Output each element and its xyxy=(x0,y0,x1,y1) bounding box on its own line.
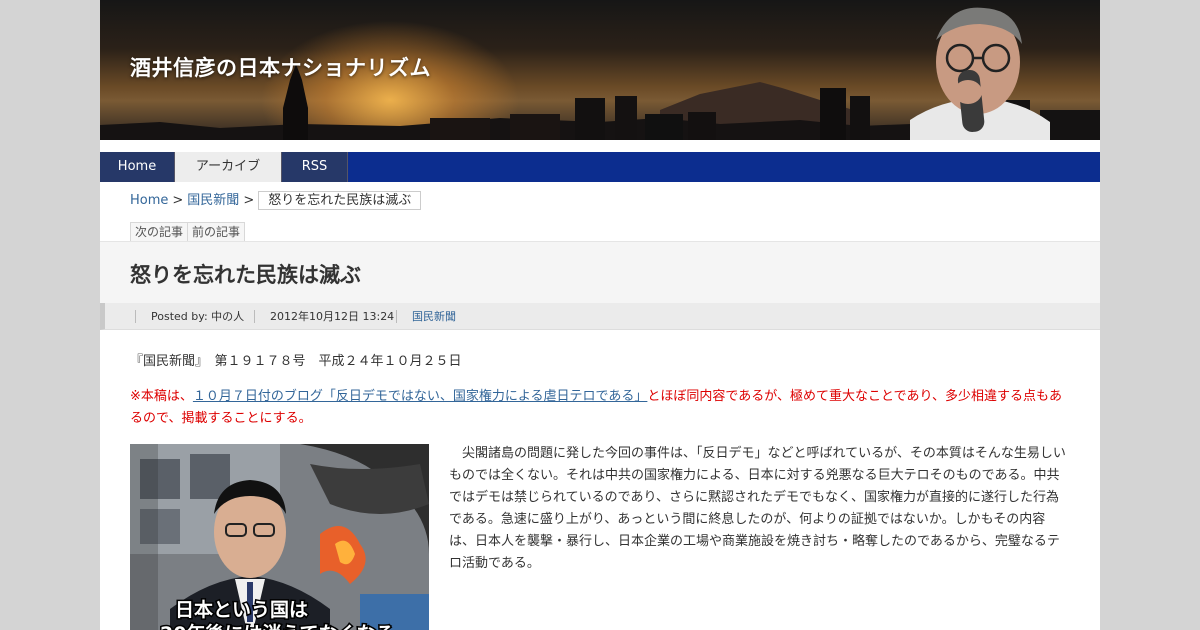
svg-text:20年後には消えてなくなる: 20年後には消えてなくなる xyxy=(160,622,395,630)
author-portrait xyxy=(910,7,1050,140)
prev-post-link[interactable]: 前の記事 xyxy=(188,222,246,241)
post-title-block: 怒りを忘れた民族は滅ぶ xyxy=(100,241,1100,303)
article-photo-illustration: 日本という国は 20年後には消えてなくなる xyxy=(130,444,429,630)
main-nav: Home アーカイブ RSS xyxy=(100,152,1100,182)
post-source: 『国民新聞』 第１９１７８号 平成２４年１０月２５日 xyxy=(130,354,462,369)
post-meta: Posted by: 中の人 2012年10月12日 13:24 国民新聞 xyxy=(100,303,1100,330)
nav-home[interactable]: Home xyxy=(100,152,175,182)
post-author: Posted by: 中の人 xyxy=(135,310,244,323)
nav-rss[interactable]: RSS xyxy=(281,152,348,182)
nav-archive[interactable]: アーカイブ xyxy=(175,152,281,182)
post-date: 2012年10月12日 13:24 xyxy=(254,310,394,323)
header-divider xyxy=(100,140,1100,152)
breadcrumb-home-link[interactable]: Home xyxy=(130,193,168,208)
header-banner: 酒井信彦の日本ナショナリズム xyxy=(100,0,1100,140)
note-prefix: ※本稿は、 xyxy=(130,389,193,404)
post-title: 怒りを忘れた民族は滅ぶ xyxy=(130,263,361,287)
article-photo[interactable]: 日本という国は 20年後には消えてなくなる xyxy=(130,444,429,630)
breadcrumb-current: 怒りを忘れた民族は滅ぶ xyxy=(258,191,422,210)
post-paragraph: 尖閣諸島の問題に発した今回の事件は、「反日デモ」などと呼ばれているが、その本質は… xyxy=(449,446,1066,571)
post-category-link[interactable]: 国民新聞 xyxy=(396,310,456,323)
breadcrumb-separator: > xyxy=(172,193,184,208)
note-blog-link[interactable]: １０月７日付のブログ「反日デモではない、国家権力による虐日テロである」 xyxy=(193,389,647,404)
next-post-link[interactable]: 次の記事 xyxy=(130,222,189,241)
breadcrumb-separator: > xyxy=(243,193,255,208)
post-pager: 次の記事 前の記事 xyxy=(130,222,246,241)
breadcrumb: Home > 国民新聞 > 怒りを忘れた民族は滅ぶ xyxy=(130,191,422,211)
svg-text:日本という国は: 日本という国は xyxy=(175,598,308,621)
post-note: ※本稿は、１０月７日付のブログ「反日デモではない、国家権力による虐日テロである」… xyxy=(130,386,1070,430)
page: 酒井信彦の日本ナショナリズム Home アーカイブ RSS Home > 国民新聞 >… xyxy=(100,0,1100,630)
site-title[interactable]: 酒井信彦の日本ナショナリズム xyxy=(130,52,431,82)
breadcrumb-category-link[interactable]: 国民新聞 xyxy=(187,193,239,208)
